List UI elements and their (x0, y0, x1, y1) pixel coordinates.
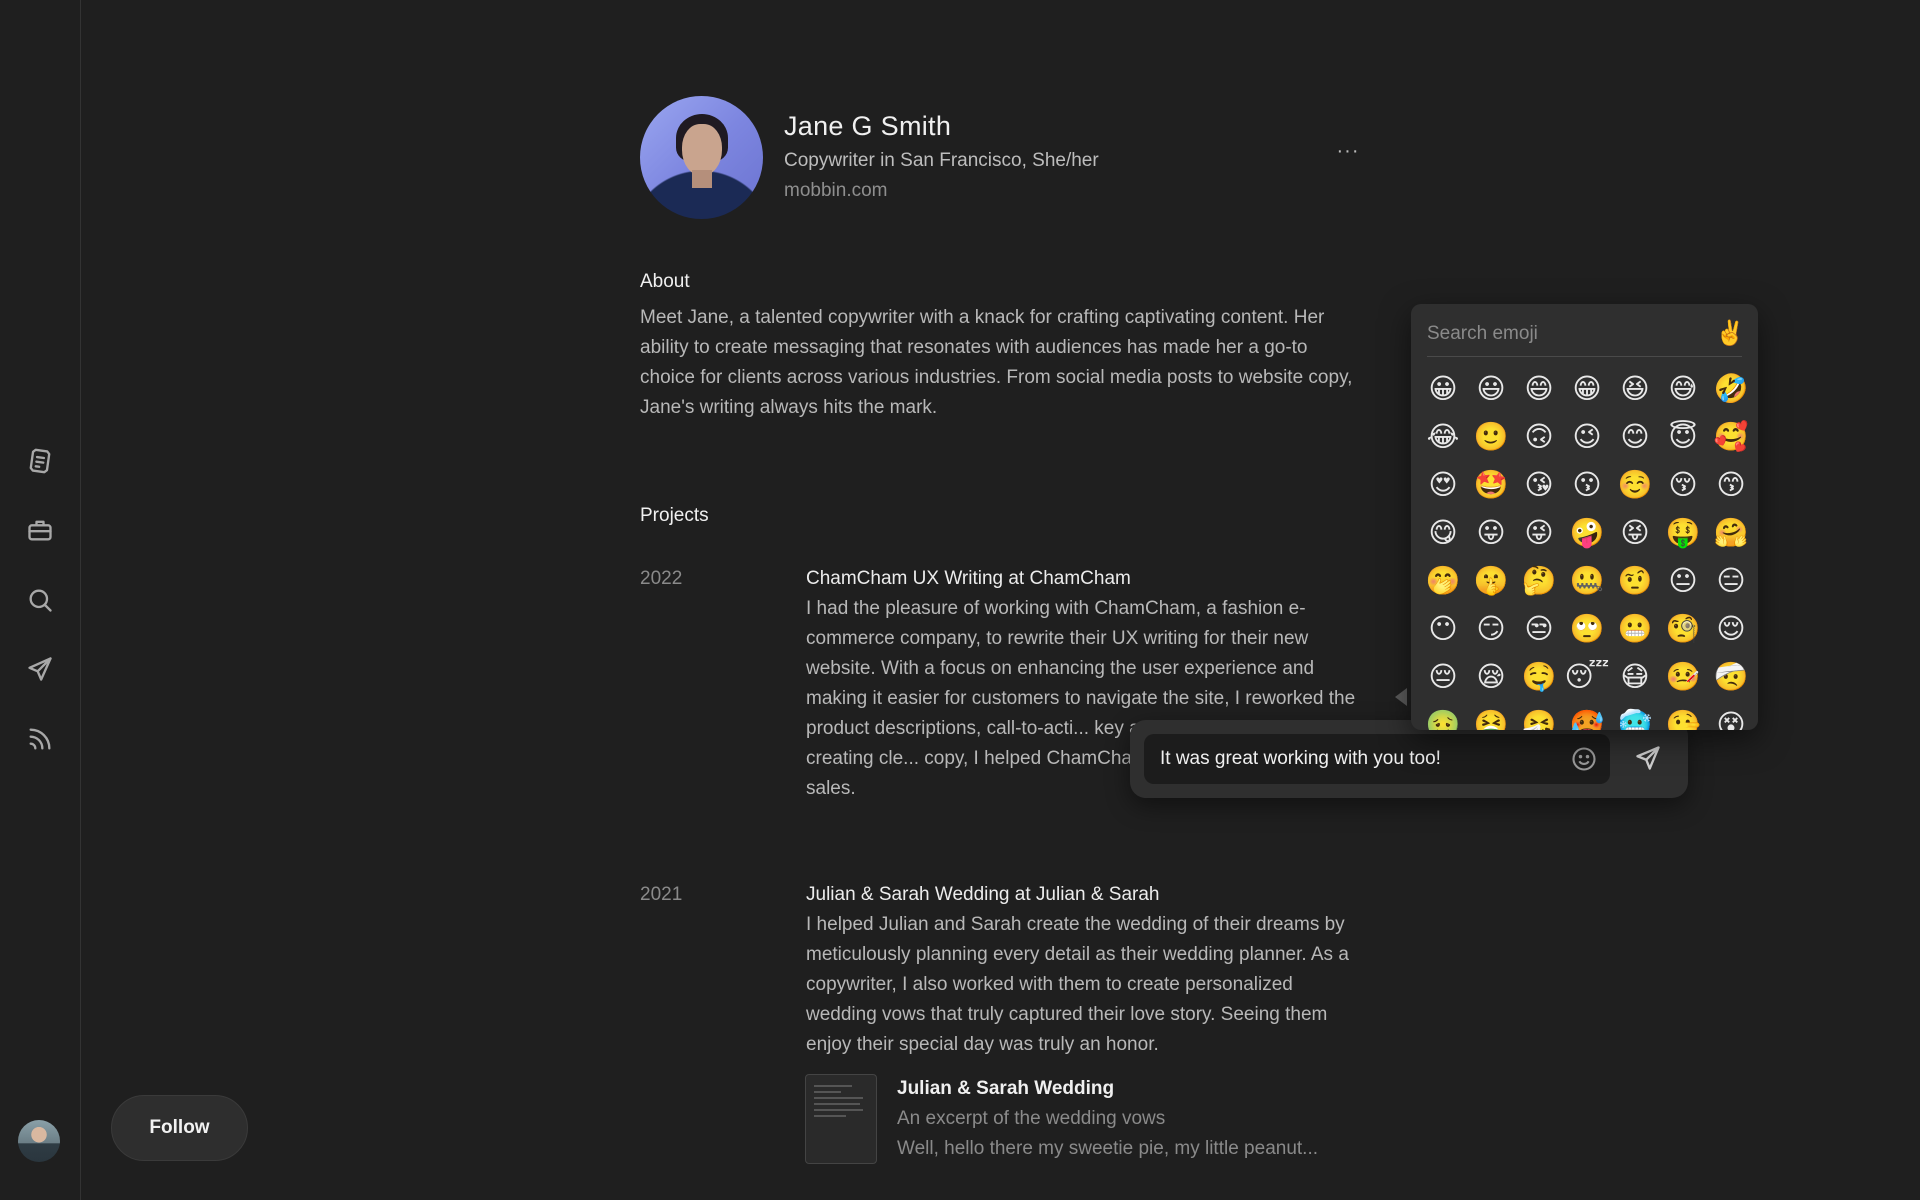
emoji-option[interactable]: 🤔 (1515, 556, 1563, 604)
project-title: ChamCham UX Writing at ChamCham (806, 568, 1131, 589)
emoji-option[interactable]: 🤧 (1515, 700, 1563, 731)
emoji-option[interactable]: 🤫 (1467, 556, 1515, 604)
emoji-option[interactable]: 😚 (1659, 460, 1707, 508)
emoji-option[interactable]: 🤐 (1563, 556, 1611, 604)
emoji-option[interactable]: 🙄 (1563, 604, 1611, 652)
emoji-option[interactable]: 🤗 (1707, 508, 1755, 556)
emoji-option[interactable]: 🤩 (1467, 460, 1515, 508)
emoji-option[interactable]: 😁 (1563, 364, 1611, 412)
emoji-option[interactable]: 😛 (1467, 508, 1515, 556)
attachment-title[interactable]: Julian & Sarah Wedding (897, 1078, 1114, 1100)
emoji-option[interactable]: 🥵 (1563, 700, 1611, 731)
emoji-option[interactable]: 🤒 (1659, 652, 1707, 700)
emoji-option[interactable]: 😍 (1419, 460, 1467, 508)
emoji-option[interactable]: 😜 (1515, 508, 1563, 556)
emoji-option[interactable]: 🤣 (1707, 364, 1755, 412)
emoji-option[interactable]: 😃 (1467, 364, 1515, 412)
emoji-option[interactable]: 🙃 (1515, 412, 1563, 460)
emoji-option[interactable]: 😒 (1515, 604, 1563, 652)
project-year: 2022 (640, 568, 683, 589)
emoji-option[interactable]: 😷 (1611, 652, 1659, 700)
emoji-option[interactable]: 😋 (1419, 508, 1467, 556)
send-message-icon[interactable] (1634, 744, 1664, 774)
emoji-option[interactable]: 😔 (1419, 652, 1467, 700)
about-heading: About (640, 271, 690, 292)
emoji-option[interactable]: 🤥 (1659, 700, 1707, 731)
emoji-option[interactable]: 😂 (1419, 412, 1467, 460)
project-year: 2021 (640, 884, 683, 905)
emoji-grid: 😀 😃 😄 😁 😆 😅 🤣 😂 🙂 🙃 😉 😊 😇 🥰 😍 🤩 😘 😗 ☺️ 😚 😙 😋 😛 😜 🤪 😝 🤑 🤗 🤭 🤫 🤔 🤐 🤨 😐 😑 😶 😏 😒 🙄… (1419, 364, 1755, 731)
project-title: Julian & Sarah Wedding at Julian & Sarah (806, 884, 1160, 905)
emoji-option[interactable]: 🥰 (1707, 412, 1755, 460)
emoji-option[interactable]: 🤮 (1467, 700, 1515, 731)
briefcase-icon[interactable] (24, 514, 56, 546)
emoji-option[interactable]: 😊 (1611, 412, 1659, 460)
follow-button[interactable]: Follow (111, 1095, 248, 1161)
about-text: Meet Jane, a talented copywriter with a … (640, 307, 1353, 418)
emoji-option[interactable]: 😅 (1659, 364, 1707, 412)
profile-website-link[interactable]: mobbin.com (784, 180, 888, 202)
attachment-excerpt: Well, hello there my sweetie pie, my lit… (897, 1138, 1319, 1159)
emoji-option[interactable]: 🤑 (1659, 508, 1707, 556)
picker-caret (1395, 688, 1407, 706)
emoji-option[interactable]: 🤨 (1611, 556, 1659, 604)
emoji-option[interactable]: ☺️ (1611, 460, 1659, 508)
project-description: I had the pleasure of working with ChamC… (806, 598, 1362, 799)
emoji-option[interactable]: 🧐 (1659, 604, 1707, 652)
emoji-option[interactable]: 😝 (1611, 508, 1659, 556)
emoji-option[interactable]: 😉 (1563, 412, 1611, 460)
emoji-option[interactable]: 😑 (1707, 556, 1755, 604)
reply-input[interactable] (1144, 734, 1610, 784)
emoji-option[interactable]: 😬 (1611, 604, 1659, 652)
emoji-option[interactable]: 😄 (1515, 364, 1563, 412)
attachment-thumbnail[interactable] (805, 1074, 877, 1164)
projects-heading: Projects (640, 505, 709, 526)
emoji-option[interactable]: 😶 (1419, 604, 1467, 652)
search-icon[interactable] (24, 584, 56, 616)
emoji-option[interactable]: 😪 (1467, 652, 1515, 700)
emoji-option[interactable]: 🤤 (1515, 652, 1563, 700)
emoji-option[interactable]: 😵 (1707, 700, 1755, 731)
emoji-option[interactable]: 😗 (1563, 460, 1611, 508)
picker-divider (1427, 356, 1742, 357)
send-icon[interactable] (24, 653, 56, 685)
emoji-option[interactable]: 😘 (1515, 460, 1563, 508)
emoji-option[interactable]: 😙 (1707, 460, 1755, 508)
emoji-option[interactable]: 😌 (1707, 604, 1755, 652)
emoji-option[interactable]: 😇 (1659, 412, 1707, 460)
skin-tone-selector[interactable]: ✌️ (1715, 318, 1745, 350)
profile-role: Copywriter in San Francisco, She/her (784, 150, 1099, 171)
sidebar (0, 0, 81, 1200)
emoji-option[interactable]: 🙂 (1467, 412, 1515, 460)
emoji-option[interactable]: 🤭 (1419, 556, 1467, 604)
emoji-option[interactable]: 😏 (1467, 604, 1515, 652)
attachment-subtitle: An excerpt of the wedding vows (897, 1108, 1166, 1129)
rss-icon[interactable] (24, 723, 56, 755)
profile-name: Jane G Smith (784, 111, 952, 141)
more-options-icon[interactable]: ··· (1336, 141, 1360, 168)
emoji-option[interactable]: 🤪 (1563, 508, 1611, 556)
emoji-option[interactable]: 🤢 (1419, 700, 1467, 731)
emoji-picker: ✌️ 😀😃😄😁😆😅🤣 😂🙂🙃😉😊😇🥰 😍🤩😘😗☺️😚😙 😋😛😜🤪😝🤑🤗 🤭🤫🤔🤐🤨😐😑 😶… (1411, 304, 1758, 730)
notes-icon[interactable] (24, 445, 56, 477)
emoji-search-input[interactable] (1427, 318, 1727, 350)
emoji-option[interactable]: 😐 (1659, 556, 1707, 604)
profile-avatar (640, 96, 763, 219)
project-description: I helped Julian and Sarah create the wed… (806, 914, 1349, 1055)
emoji-option[interactable]: 🤕 (1707, 652, 1755, 700)
current-user-avatar[interactable] (18, 1120, 60, 1162)
emoji-option[interactable]: 😆 (1611, 364, 1659, 412)
emoji-option[interactable]: 😴 (1563, 652, 1611, 700)
reply-composer (1130, 720, 1688, 798)
emoji-smile-icon[interactable] (1570, 745, 1598, 773)
emoji-option[interactable]: 😀 (1419, 364, 1467, 412)
emoji-option[interactable]: 🥶 (1611, 700, 1659, 731)
